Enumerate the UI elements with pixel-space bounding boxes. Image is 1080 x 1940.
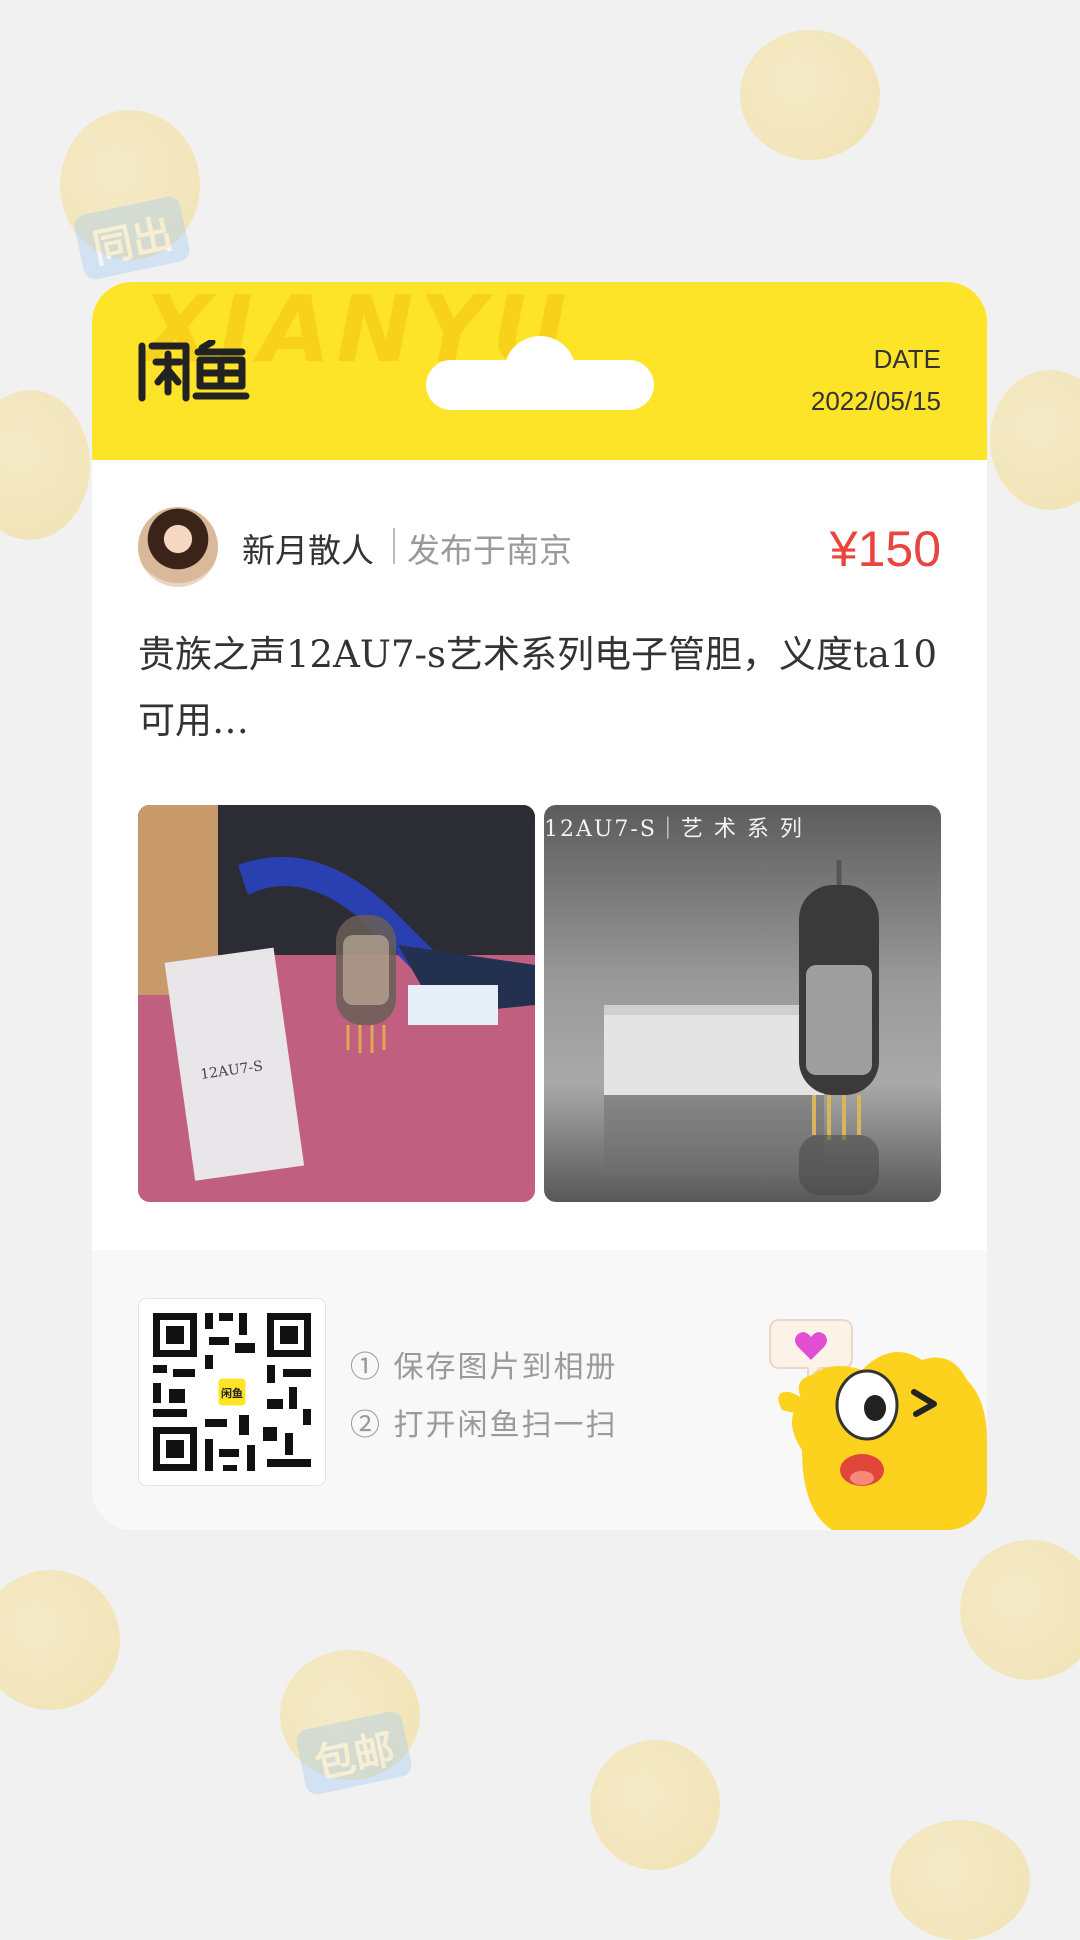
instruction-step-2: ② 打开闲鱼扫一扫 <box>350 1408 618 1443</box>
photo-2-caption: 12AU7-S｜艺 术 系 列 <box>544 817 804 842</box>
background-mascot-face <box>590 1740 720 1870</box>
divider <box>393 528 395 564</box>
photo-2-illustration <box>604 860 879 1195</box>
qr-center-logo: 闲鱼 <box>221 1386 243 1400</box>
background-mascot-face <box>0 390 90 540</box>
header-notch <box>426 360 654 410</box>
seller-location: 发布于南京 <box>407 531 572 570</box>
seller-avatar[interactable] <box>138 507 218 587</box>
background-mascot-face <box>740 30 880 160</box>
date-value: 2022/05/15 <box>810 386 941 416</box>
qr-code-graphic: 闲鱼 <box>153 1313 311 1471</box>
background-mascot-face <box>890 1820 1030 1940</box>
photo-1-illustration: 12AU7-S <box>138 805 535 1202</box>
xianyu-logo <box>138 340 250 402</box>
item-photo-1[interactable]: 12AU7-S <box>138 805 535 1202</box>
seller-name[interactable]: 新月散人 <box>242 524 374 572</box>
fish-mascot-icon <box>769 1319 987 1530</box>
qr-code[interactable]: 闲鱼 <box>138 1298 326 1486</box>
item-description: 贵族之声12AU7-s艺术系列电子管胆，义度ta10可用… <box>138 633 938 742</box>
share-card: XIANYU DATE 2022/05/15 新月散人 发布于南京 ¥150 贵 <box>92 282 987 1530</box>
item-photo-2[interactable]: 12AU7-S｜艺 术 系 列 <box>544 805 941 1202</box>
background-mascot-face <box>960 1540 1080 1680</box>
background-mascot-face <box>0 1570 120 1710</box>
date-label: DATE <box>873 344 941 374</box>
item-price: ¥150 <box>829 521 941 577</box>
instruction-step-1: ① 保存图片到相册 <box>350 1350 618 1385</box>
background-mascot-face <box>990 370 1080 510</box>
card-footer: 闲鱼 ① 保存图片到相册 ② 打开闲鱼扫一扫 <box>92 1250 987 1530</box>
card-header: XIANYU DATE 2022/05/15 <box>92 282 987 460</box>
